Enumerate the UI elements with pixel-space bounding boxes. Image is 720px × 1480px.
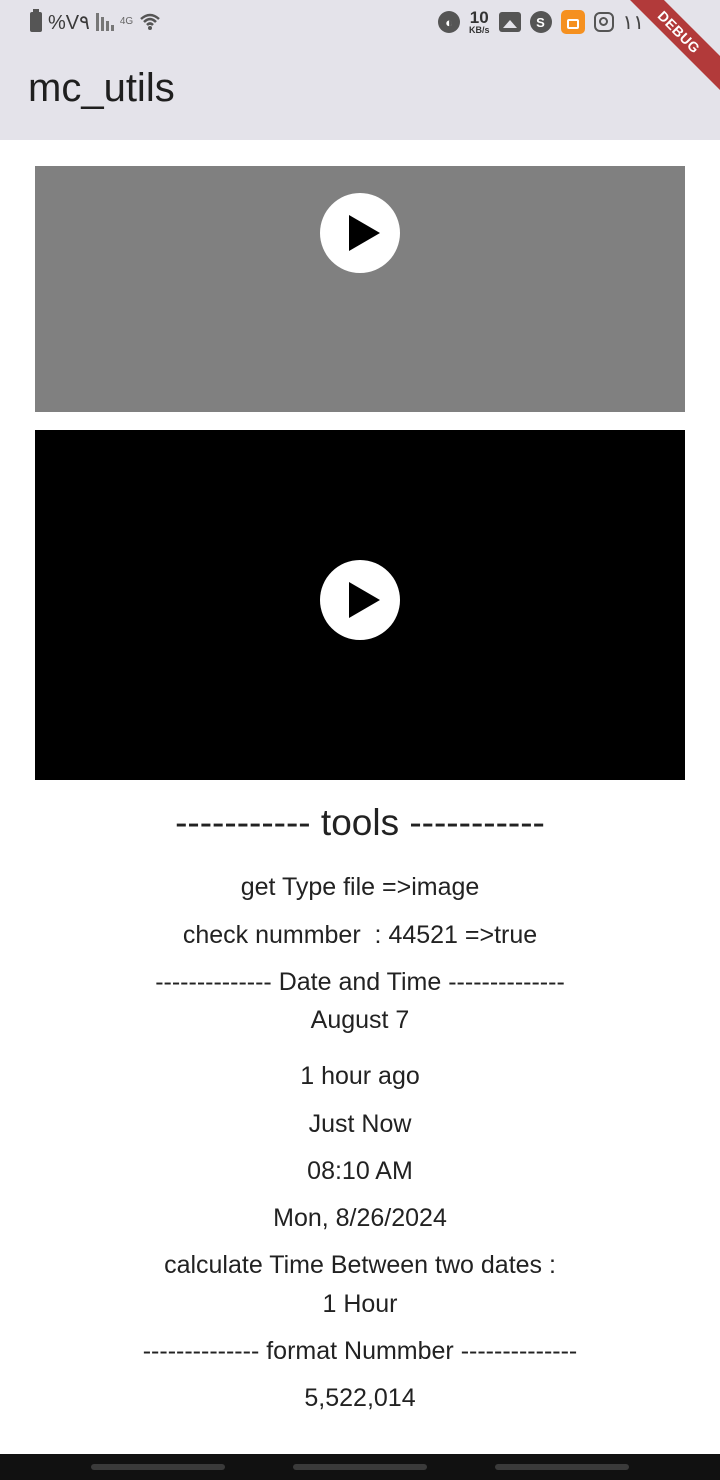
play-icon[interactable] [320, 560, 400, 640]
time-between-value: 1 Hour [322, 1290, 398, 1318]
nav-button-home[interactable] [293, 1464, 427, 1470]
browser-icon: ◐ [438, 11, 460, 33]
shopping-bag-icon [560, 10, 585, 34]
app-bar: mc_utils [0, 44, 720, 140]
formatted-number-text: 5,522,014 [304, 1384, 416, 1412]
clock-time-text: 08:10 AM [307, 1157, 413, 1185]
net-speed-value: 10 [469, 7, 489, 27]
battery-icon [30, 9, 42, 32]
time-ago-text: 1 hour ago [300, 1062, 420, 1090]
time-between-label: calculate Time Between two dates : [164, 1251, 556, 1279]
app-screen: %V٩ 4G ◐ 10 KB/s S ۱۱ mc_utils DEBUG ---… [0, 0, 720, 1480]
play-icon[interactable] [320, 193, 400, 273]
video-player-2[interactable] [35, 430, 685, 780]
system-nav-bar [0, 1454, 720, 1480]
video-player-1[interactable] [35, 166, 685, 412]
status-left-group: %V٩ 4G [30, 9, 161, 34]
gallery-icon [498, 12, 521, 32]
file-type-text: get Type file =>image [240, 873, 480, 901]
net-speed-unit: KB/s [469, 24, 490, 35]
format-number-header: -------------- format Nummber ----------… [142, 1337, 578, 1365]
battery-percent: %V٩ [48, 11, 90, 34]
status-right-group: ◐ 10 KB/s S ۱۱ [438, 8, 644, 36]
date-time-header: -------------- Date and Time -----------… [155, 968, 565, 996]
nav-button-right[interactable] [495, 1464, 629, 1470]
network-type: 4G [119, 16, 134, 27]
net-speed: 10 KB/s [469, 7, 490, 35]
full-date-text: Mon, 8/26/2024 [273, 1204, 447, 1232]
date-text: August 7 [310, 1006, 410, 1034]
wifi-icon [139, 11, 161, 33]
check-number-text: check nummber : 44521 =>true [182, 921, 538, 949]
s-app-icon: S [529, 11, 552, 33]
nav-button-left[interactable] [91, 1464, 225, 1470]
status-bar: %V٩ 4G ◐ 10 KB/s S ۱۱ [0, 0, 720, 44]
page-title: mc_utils [28, 66, 175, 110]
instagram-icon [593, 12, 614, 32]
status-time: ۱۱ [622, 11, 644, 34]
signal-bars-icon [95, 13, 114, 31]
tools-header: ----------- tools ----------- [175, 802, 545, 843]
just-now-text: Just Now [308, 1110, 412, 1138]
